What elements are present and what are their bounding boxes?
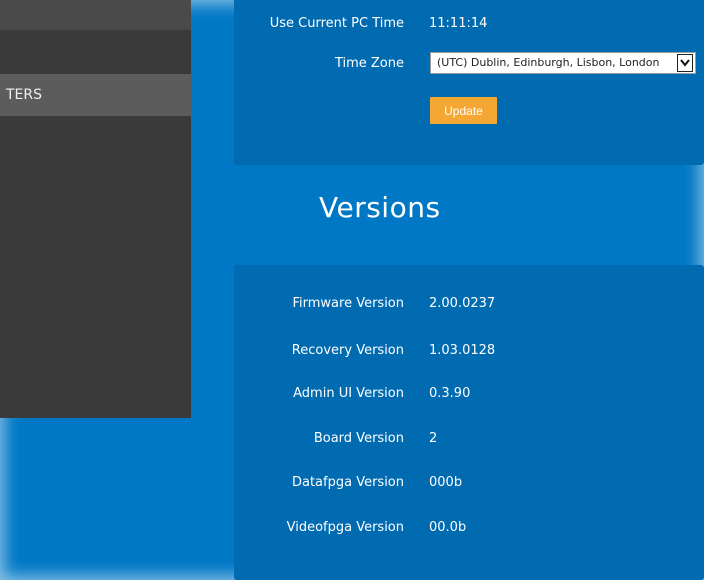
videofpga-version-label: Videofpga Version — [286, 520, 404, 535]
time-zone-select[interactable]: (UTC) Dublin, Edinburgh, Lisbon, London — [430, 52, 696, 74]
chevron-down-icon[interactable] — [677, 54, 693, 72]
versions-heading: Versions — [319, 191, 441, 224]
datafpga-version-label: Datafpga Version — [291, 475, 404, 490]
videofpga-version-value: 00.0b — [429, 520, 467, 535]
datafpga-version-value: 000b — [429, 475, 463, 490]
time-zone-selected-value: (UTC) Dublin, Edinburgh, Lisbon, London — [437, 56, 660, 69]
firmware-version-value: 2.00.0237 — [429, 296, 496, 311]
current-pc-time-label: Use Current PC Time — [269, 16, 404, 31]
admin-ui-version-label: Admin UI Version — [293, 386, 404, 401]
current-pc-time-value: 11:11:14 — [429, 16, 488, 31]
time-zone-label: Time Zone — [334, 56, 404, 71]
recovery-version-value: 1.03.0128 — [429, 343, 496, 358]
admin-ui-version-value: 0.3.90 — [429, 386, 471, 401]
time-settings-panel: Use Current PC Time 11:11:14 Time Zone (… — [234, 0, 704, 165]
recovery-version-label: Recovery Version — [291, 343, 404, 358]
versions-panel: Firmware Version 2.00.0237 Recovery Vers… — [234, 265, 704, 580]
firmware-version-label: Firmware Version — [292, 296, 404, 311]
board-version-value: 2 — [429, 431, 438, 446]
sidebar-item-selected[interactable]: TERS — [0, 74, 191, 116]
sidebar: TERS — [0, 0, 191, 418]
update-button[interactable]: Update — [430, 97, 497, 124]
board-version-label: Board Version — [313, 431, 404, 446]
sidebar-item-1[interactable] — [0, 0, 191, 30]
